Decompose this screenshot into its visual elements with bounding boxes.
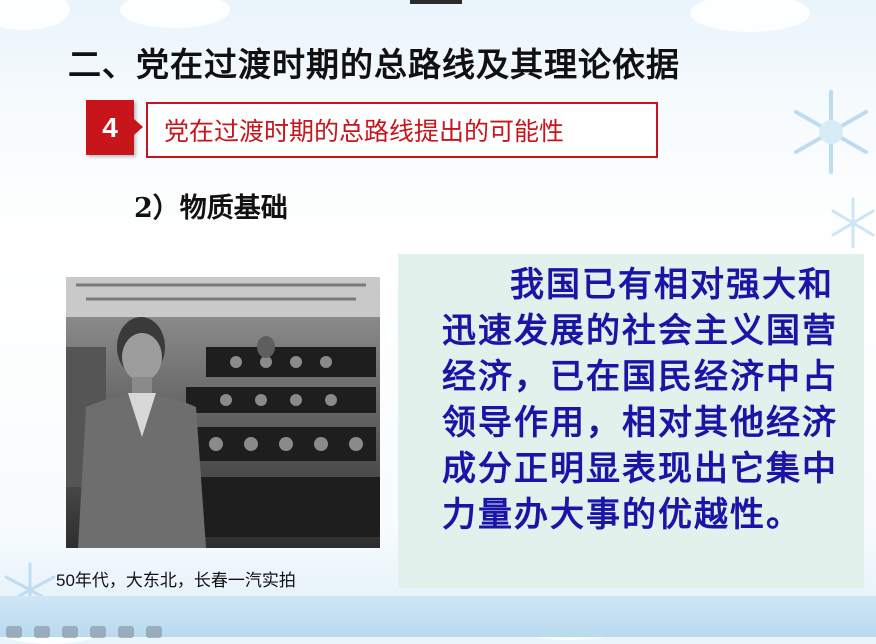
pointer-icon[interactable] xyxy=(90,626,106,638)
section-heading: 2）物质基础 xyxy=(134,193,288,224)
photo-caption: 50年代，大东北，长春一汽实拍 xyxy=(56,571,296,590)
subtitle-text: 党在过渡时期的总路线提出的可能性 xyxy=(164,117,565,146)
menu-icon[interactable] xyxy=(118,626,134,638)
pen-icon[interactable] xyxy=(62,626,78,638)
prev-icon[interactable] xyxy=(6,626,22,638)
body-text: 我国已有相对强大和迅速发展的社会主义国营经济，已在国民经济中占领导作用，相对其他… xyxy=(442,265,838,535)
top-tab-mark xyxy=(410,0,462,4)
body-text-panel: 我国已有相对强大和迅速发展的社会主义国营经济，已在国民经济中占领导作用，相对其他… xyxy=(398,254,864,588)
subtitle-box: 党在过渡时期的总路线提出的可能性 xyxy=(146,102,658,158)
snowflake-icon xyxy=(794,90,868,174)
cloud-decoration xyxy=(690,0,810,32)
number-badge: 4 xyxy=(86,100,143,155)
snowflake-icon xyxy=(831,197,875,249)
next-icon[interactable] xyxy=(34,626,50,638)
zoom-icon[interactable] xyxy=(146,626,162,638)
slideshow-toolbar xyxy=(6,626,162,638)
cloud-decoration xyxy=(120,0,230,28)
slide-title: 二、党在过渡时期的总路线及其理论依据 xyxy=(68,45,680,84)
factory-photo xyxy=(66,277,380,548)
factory-photo-illustration xyxy=(66,277,380,548)
cloud-decoration xyxy=(0,0,70,30)
